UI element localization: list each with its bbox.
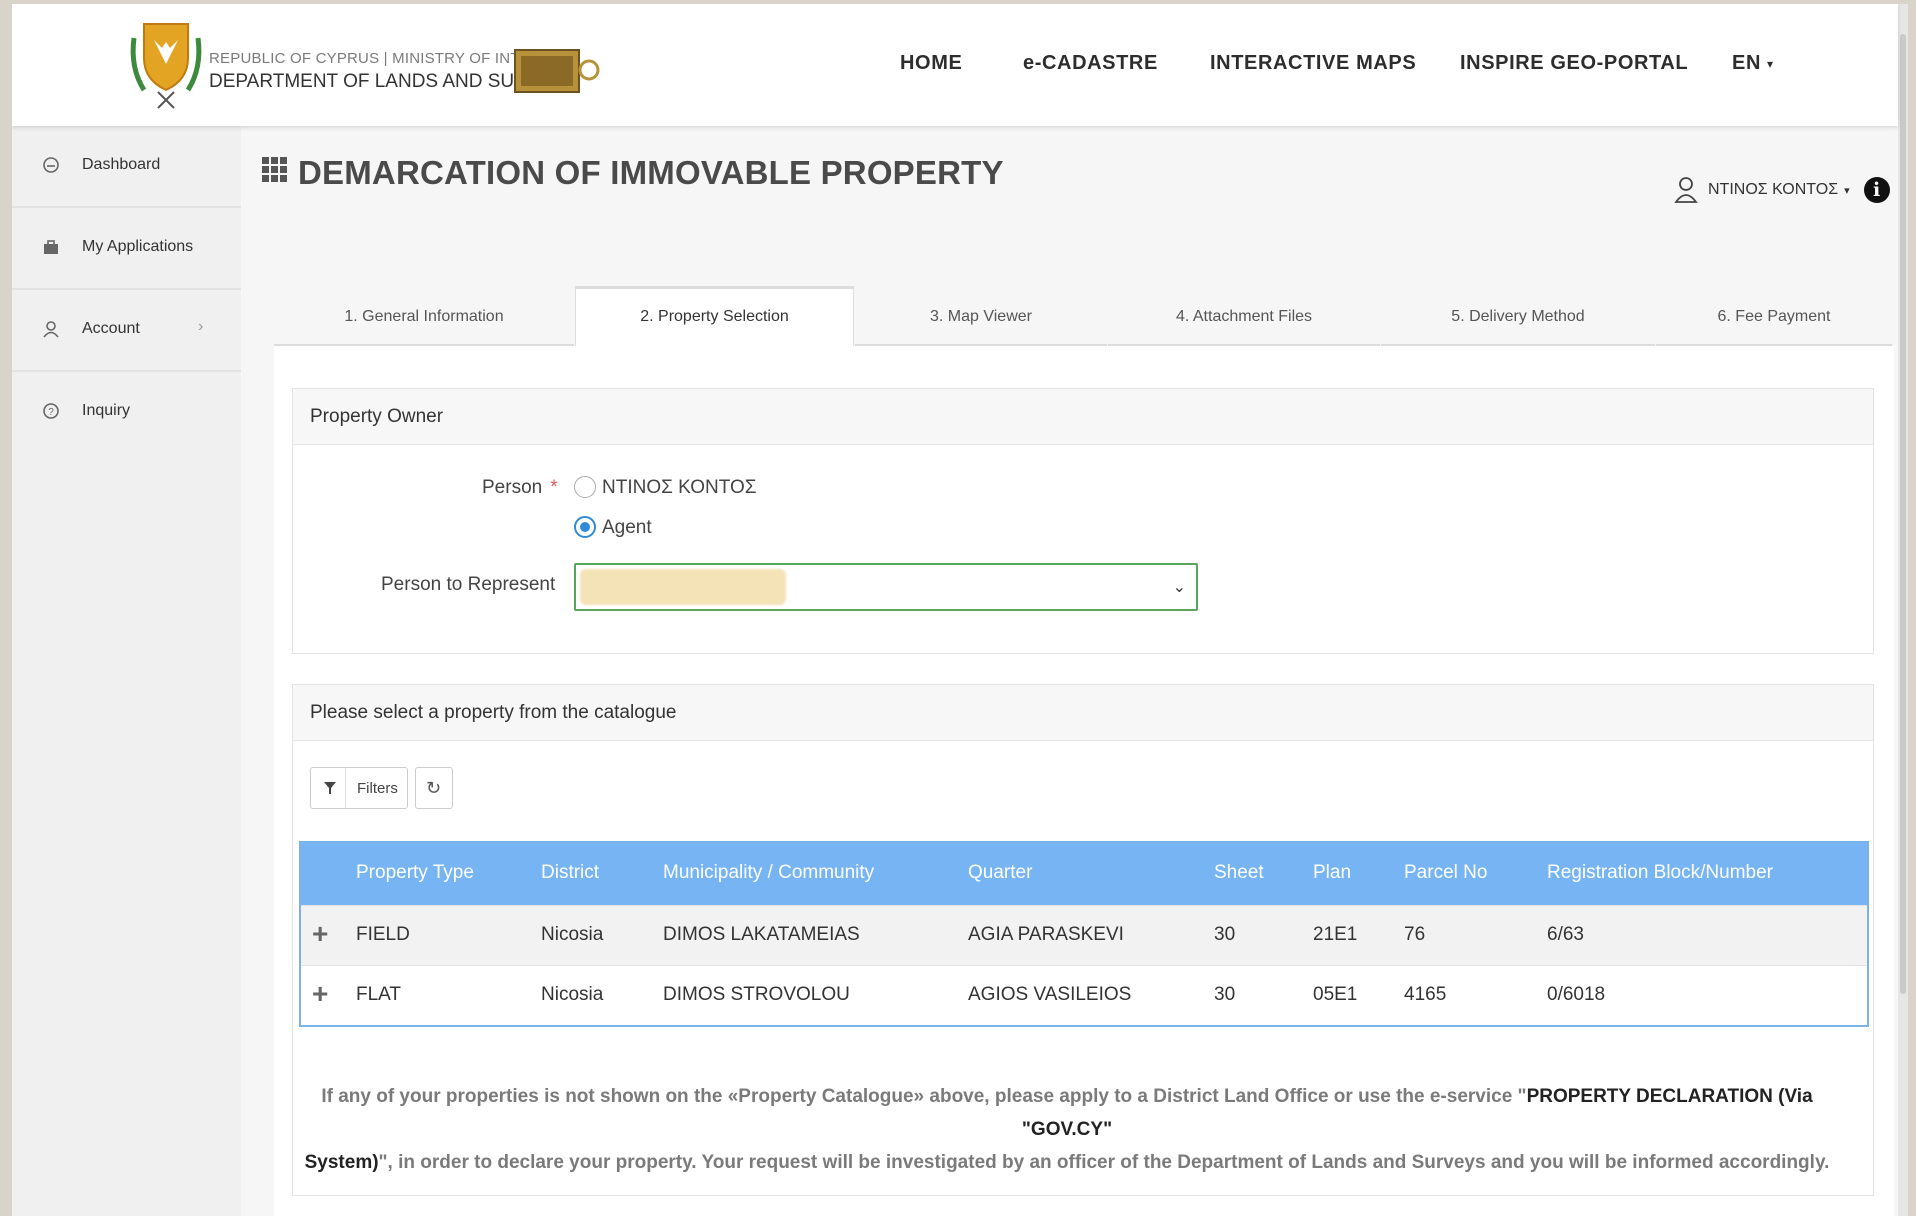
- question-icon: ?: [43, 403, 59, 419]
- required-mark: *: [550, 477, 558, 498]
- table-cell: DIMOS STROVOLOU: [663, 984, 850, 1005]
- sidebar-item-label: Account: [82, 320, 140, 337]
- table-cell: FIELD: [356, 924, 410, 945]
- section-heading: Please select a property from the catalo…: [293, 685, 1873, 741]
- column-header[interactable]: Municipality / Community: [663, 862, 874, 884]
- tab-delivery-method[interactable]: 5. Delivery Method: [1381, 286, 1655, 346]
- sidebar-item-inquiry[interactable]: ? Inquiry: [12, 372, 241, 454]
- table-cell: 21E1: [1313, 924, 1358, 945]
- sidebar-item-my-applications[interactable]: My Applications: [12, 208, 241, 290]
- column-header[interactable]: Parcel No: [1404, 862, 1487, 884]
- tab-property-selection[interactable]: 2. Property Selection: [575, 286, 854, 346]
- table-cell: Nicosia: [541, 924, 604, 945]
- nav-inspire-geo-portal[interactable]: INSPIRE GEO-PORTAL: [1460, 52, 1688, 75]
- person-to-represent-label: Person to Represent: [381, 574, 556, 595]
- cyprus-coat-of-arms-logo[interactable]: [124, 18, 208, 110]
- user-icon: [1674, 177, 1698, 203]
- catalogue-notice: If any of your properties is not shown o…: [284, 1080, 1850, 1179]
- table-row[interactable]: + FIELD Nicosia DIMOS LAKATAMEIAS AGIA P…: [301, 905, 1867, 965]
- table-cell: AGIOS VASILEIOS: [968, 984, 1132, 1005]
- nav-interactive-maps[interactable]: INTERACTIVE MAPS: [1210, 52, 1416, 75]
- table-cell: 4165: [1404, 984, 1447, 1005]
- user-menu[interactable]: ΝΤΙΝΟΣ ΚΟΝΤΟΣ ▾ i: [1674, 176, 1890, 204]
- column-header[interactable]: Plan: [1313, 862, 1351, 884]
- filter-icon: [324, 782, 336, 794]
- table-cell: 05E1: [1313, 984, 1358, 1005]
- expand-plus-icon[interactable]: +: [312, 980, 328, 1008]
- table-header: Property Type District Municipality / Co…: [301, 843, 1867, 905]
- filters-button[interactable]: Filters: [310, 767, 408, 809]
- redacted-value: [580, 569, 786, 605]
- column-header[interactable]: Property Type: [356, 862, 474, 884]
- sidebar-item-label: My Applications: [82, 238, 194, 255]
- wizard-tabs: 1. General Information 2. Property Selec…: [274, 286, 1892, 346]
- user-name: ΝΤΙΝΟΣ ΚΟΝΤΟΣ: [1708, 181, 1839, 198]
- sidebar: Dashboard My Applications Account › ? In…: [12, 126, 241, 1216]
- site-header: REPUBLIC OF CYPRUS | MINISTRY OF INTERIO…: [12, 4, 1898, 126]
- radio-label-self[interactable]: ΝΤΙΝΟΣ ΚΟΝΤΟΣ: [602, 477, 757, 499]
- table-cell: 0/6018: [1547, 984, 1606, 1005]
- vertical-scrollbar[interactable]: [1898, 4, 1908, 1216]
- property-table: Property Type District Municipality / Co…: [299, 841, 1869, 1027]
- refresh-icon: ↻: [426, 778, 442, 798]
- property-owner-section: Property Owner Person * ΝΤΙΝΟΣ ΚΟΝΤΟΣ Age…: [292, 388, 1874, 654]
- table-row[interactable]: + FLAT Nicosia DIMOS STROVOLOU AGIOS VAS…: [301, 965, 1867, 1025]
- notice-text-end: ", in order to declare your property. Yo…: [378, 1152, 1830, 1173]
- scrollbar-thumb[interactable]: [1900, 34, 1906, 994]
- radio-label-agent[interactable]: Agent: [602, 517, 652, 539]
- apps-grid-icon: [262, 157, 287, 182]
- filters-label: Filters: [357, 780, 398, 797]
- main-panel: Property Owner Person * ΝΤΙΝΟΣ ΚΟΝΤΟΣ Age…: [274, 346, 1894, 1216]
- radio-person-self[interactable]: [574, 476, 596, 498]
- table-cell: Nicosia: [541, 984, 604, 1005]
- table-cell: 30: [1214, 924, 1236, 945]
- chevron-right-icon: ›: [198, 318, 204, 335]
- page-title: DEMARCATION OF IMMOVABLE PROPERTY: [298, 154, 1004, 191]
- language-label: EN: [1732, 52, 1761, 74]
- language-selector[interactable]: EN ▾: [1732, 52, 1774, 75]
- person-to-represent-select[interactable]: ⌄: [574, 563, 1198, 611]
- table-cell: AGIA PARASKEVI: [968, 924, 1124, 945]
- notice-text-start: If any of your properties is not shown o…: [321, 1086, 1527, 1107]
- column-header[interactable]: District: [541, 862, 599, 884]
- tab-attachment-files[interactable]: 4. Attachment Files: [1108, 286, 1380, 346]
- user-icon: [43, 321, 59, 338]
- tab-map-viewer[interactable]: 3. Map Viewer: [855, 286, 1107, 346]
- column-header[interactable]: Quarter: [968, 862, 1032, 884]
- column-header[interactable]: Registration Block/Number: [1547, 862, 1773, 884]
- sidebar-item-account[interactable]: Account ›: [12, 290, 241, 372]
- browser-frame: REPUBLIC OF CYPRUS | MINISTRY OF INTERIO…: [12, 4, 1908, 1216]
- column-header[interactable]: Sheet: [1214, 862, 1264, 884]
- table-cell: DIMOS LAKATAMEIAS: [663, 924, 860, 945]
- table-cell: FLAT: [356, 984, 402, 1005]
- sidebar-item-label: Inquiry: [82, 402, 131, 419]
- svg-text:?: ?: [48, 407, 54, 418]
- tab-general-information[interactable]: 1. General Information: [274, 286, 574, 346]
- button-divider: [345, 768, 346, 808]
- table-cell: 76: [1404, 924, 1426, 945]
- refresh-button[interactable]: ↻: [415, 767, 453, 809]
- section-heading: Property Owner: [293, 389, 1873, 445]
- seal-emblem-icon: [514, 49, 600, 93]
- expand-plus-icon[interactable]: +: [312, 920, 328, 948]
- briefcase-icon: [44, 240, 58, 254]
- radio-person-agent[interactable]: [574, 516, 596, 538]
- sidebar-item-label: Dashboard: [82, 156, 161, 173]
- table-cell: 30: [1214, 984, 1236, 1005]
- sidebar-item-dashboard[interactable]: Dashboard: [12, 126, 241, 208]
- info-icon[interactable]: i: [1863, 177, 1890, 203]
- chevron-down-icon: ⌄: [1172, 579, 1186, 596]
- dashboard-icon: [43, 157, 59, 173]
- nav-home[interactable]: HOME: [900, 52, 962, 75]
- caret-down-icon: ▾: [1766, 56, 1774, 71]
- notice-service-name-end: System): [304, 1152, 379, 1173]
- person-label: Person *: [482, 477, 558, 499]
- tab-fee-payment[interactable]: 6. Fee Payment: [1656, 286, 1892, 346]
- nav-e-cadastre[interactable]: e-CADASTRE: [1023, 52, 1158, 75]
- table-cell: 6/63: [1547, 924, 1584, 945]
- caret-down-icon: ▾: [1844, 184, 1850, 197]
- person-label-text: Person: [482, 477, 543, 498]
